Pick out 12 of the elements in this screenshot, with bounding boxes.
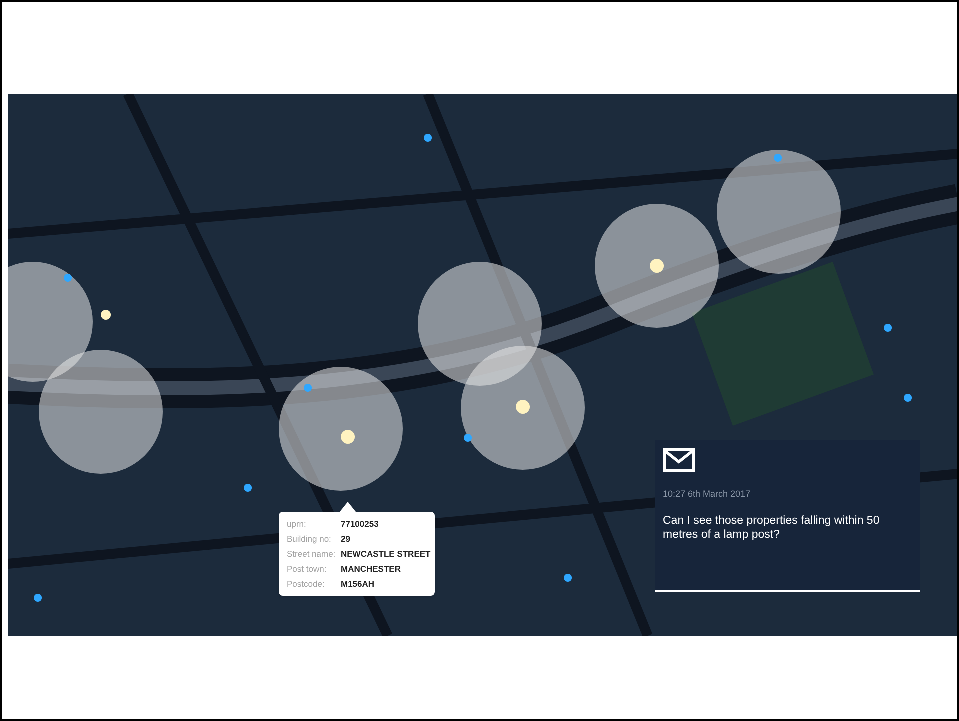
- field-label: uprn:: [287, 518, 308, 530]
- field-value: NEWCASTLE STREET: [341, 548, 431, 560]
- field-value: 77100253: [341, 518, 379, 530]
- message-text: Can I see those properties falling within 50 metres of a lamp post?: [663, 514, 881, 542]
- field-value: 29: [341, 533, 350, 545]
- message-timestamp: 10:27 6th March 2017: [663, 488, 752, 501]
- field-label: Postcode:: [287, 578, 326, 590]
- field-label: Post town:: [287, 563, 328, 575]
- field-value: M156AH: [341, 578, 375, 590]
- field-label: Street name:: [287, 548, 337, 560]
- field-label: Building no:: [287, 533, 332, 545]
- field-value: MANCHESTER: [341, 563, 401, 575]
